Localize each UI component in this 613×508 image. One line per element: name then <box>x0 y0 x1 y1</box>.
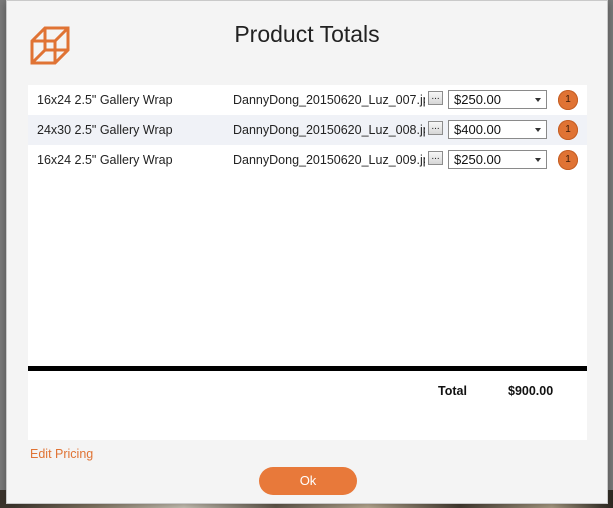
price-select[interactable]: $250.00 <box>448 150 547 169</box>
product-totals-dialog: Product Totals 16x24 2.5" Gallery Wrap D… <box>6 0 608 504</box>
dialog-title: Product Totals <box>234 21 380 47</box>
price-value: $400.00 <box>454 122 501 137</box>
browse-file-button[interactable]: ... <box>428 91 443 105</box>
quantity-badge[interactable]: 1 <box>558 120 578 140</box>
price-select[interactable]: $400.00 <box>448 120 547 139</box>
file-name: DannyDong_20150620_Luz_007.jpg <box>233 93 425 107</box>
file-name: DannyDong_20150620_Luz_009.jpg <box>233 153 425 167</box>
table-row: 16x24 2.5" Gallery Wrap DannyDong_201506… <box>28 145 587 175</box>
ok-button[interactable]: Ok <box>259 467 357 495</box>
browse-file-button[interactable]: ... <box>428 151 443 165</box>
price-select[interactable]: $250.00 <box>448 90 547 109</box>
edit-pricing-link[interactable]: Edit Pricing <box>30 447 93 461</box>
quantity-badge[interactable]: 1 <box>558 150 578 170</box>
chevron-down-icon <box>535 158 541 162</box>
browse-file-button[interactable]: ... <box>428 121 443 135</box>
totals-divider <box>28 366 587 371</box>
chevron-down-icon <box>535 128 541 132</box>
product-name: 24x30 2.5" Gallery Wrap <box>37 123 173 137</box>
price-value: $250.00 <box>454 152 501 167</box>
chevron-down-icon <box>535 98 541 102</box>
product-name: 16x24 2.5" Gallery Wrap <box>37 153 173 167</box>
file-name: DannyDong_20150620_Luz_008.jpg <box>233 123 425 137</box>
price-value: $250.00 <box>454 92 501 107</box>
product-list: 16x24 2.5" Gallery Wrap DannyDong_201506… <box>28 85 587 440</box>
table-row: 24x30 2.5" Gallery Wrap DannyDong_201506… <box>28 115 587 145</box>
total-value: $900.00 <box>508 384 554 398</box>
product-name: 16x24 2.5" Gallery Wrap <box>37 93 173 107</box>
total-label: Total <box>438 384 467 398</box>
quantity-badge[interactable]: 1 <box>558 90 578 110</box>
table-row: 16x24 2.5" Gallery Wrap DannyDong_201506… <box>28 85 587 115</box>
